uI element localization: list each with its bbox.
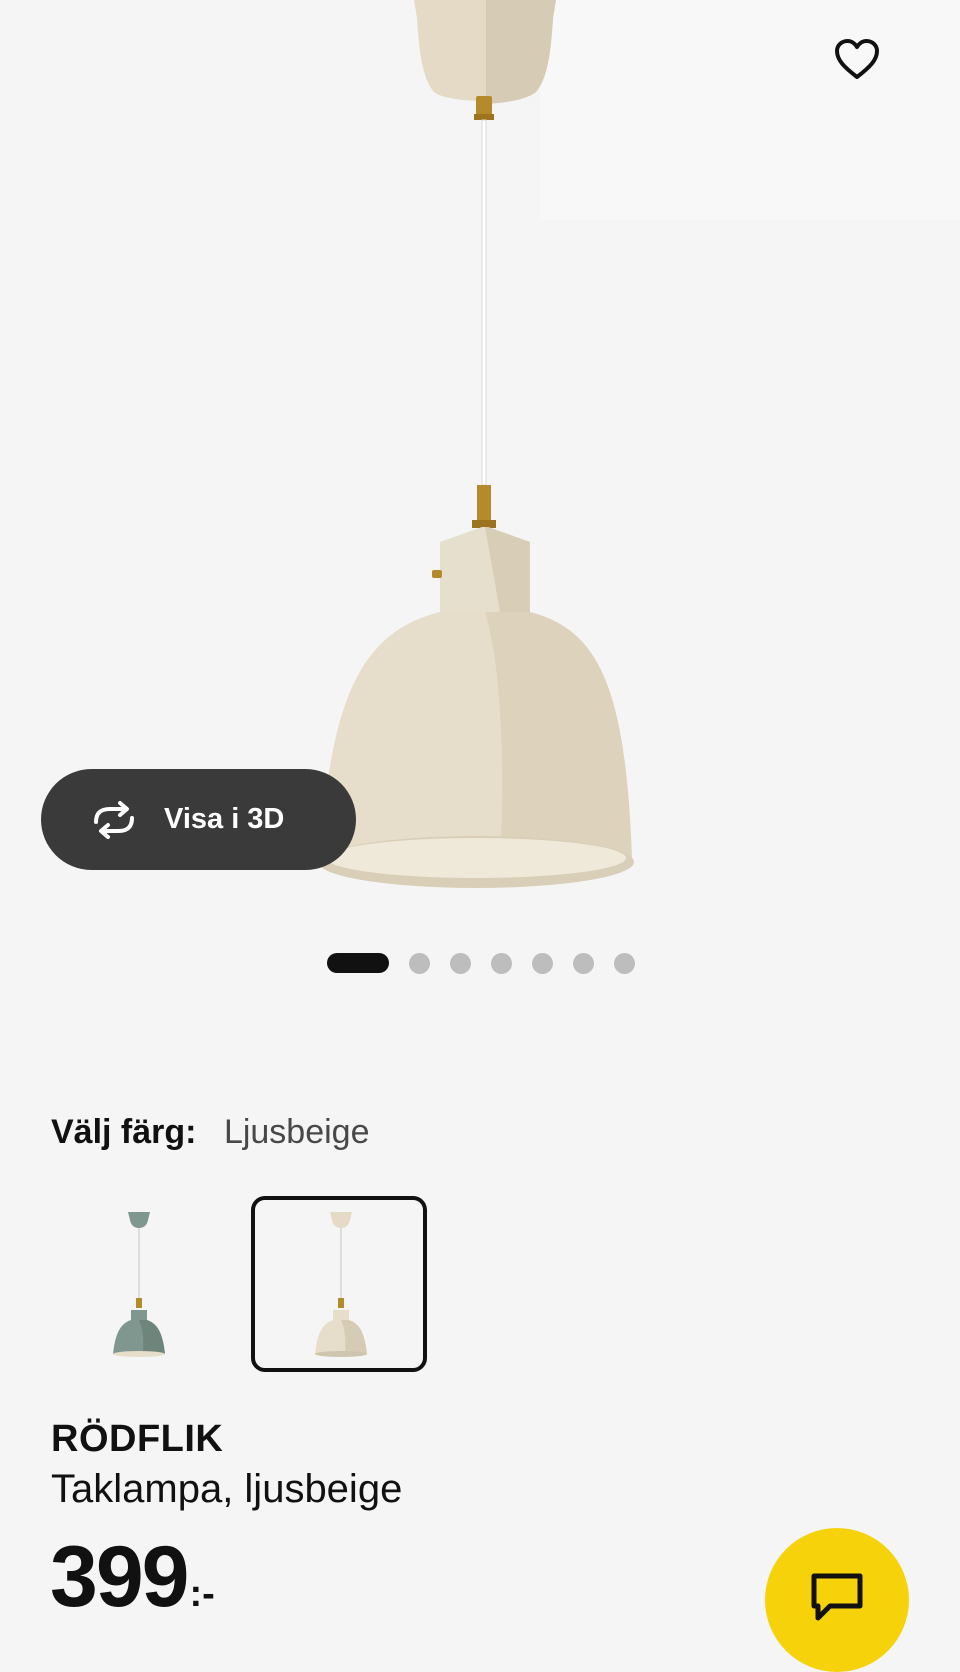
beige-lamp-thumbnail xyxy=(315,1212,367,1357)
pagination-dot-active[interactable] xyxy=(327,953,389,973)
color-selector-label: Välj färg: xyxy=(51,1113,197,1151)
color-option-green[interactable] xyxy=(73,1196,249,1372)
chat-button[interactable] xyxy=(765,1528,909,1672)
heart-icon xyxy=(835,39,879,79)
gallery-pagination[interactable] xyxy=(327,952,655,974)
selected-color-value: Ljusbeige xyxy=(223,1113,370,1151)
product-name: RÖDFLIK xyxy=(51,1418,224,1460)
pagination-dot[interactable] xyxy=(532,952,553,974)
price-suffix: :- xyxy=(189,1573,215,1615)
product-description: Taklampa, ljusbeige xyxy=(51,1467,403,1511)
product-image-gallery[interactable]: Visa i 3D xyxy=(0,0,960,900)
rotate-3d-icon xyxy=(86,800,142,840)
pagination-dot[interactable] xyxy=(614,952,635,974)
green-lamp-thumbnail xyxy=(113,1212,165,1357)
pagination-dot[interactable] xyxy=(409,952,430,974)
view-in-3d-label: Visa i 3D xyxy=(164,803,285,835)
color-selector-header: Välj färg: Ljusbeige xyxy=(51,1113,370,1152)
chat-icon xyxy=(811,1573,863,1621)
product-image xyxy=(318,0,634,888)
color-option-beige[interactable] xyxy=(251,1196,427,1372)
product-price: 399 :- xyxy=(50,1534,215,1620)
pagination-dot[interactable] xyxy=(450,952,471,974)
view-in-3d-button[interactable]: Visa i 3D xyxy=(41,769,356,870)
price-amount: 399 xyxy=(50,1529,189,1625)
favorite-button[interactable] xyxy=(812,14,902,104)
pagination-dot[interactable] xyxy=(491,952,512,974)
pagination-dot[interactable] xyxy=(573,952,594,974)
